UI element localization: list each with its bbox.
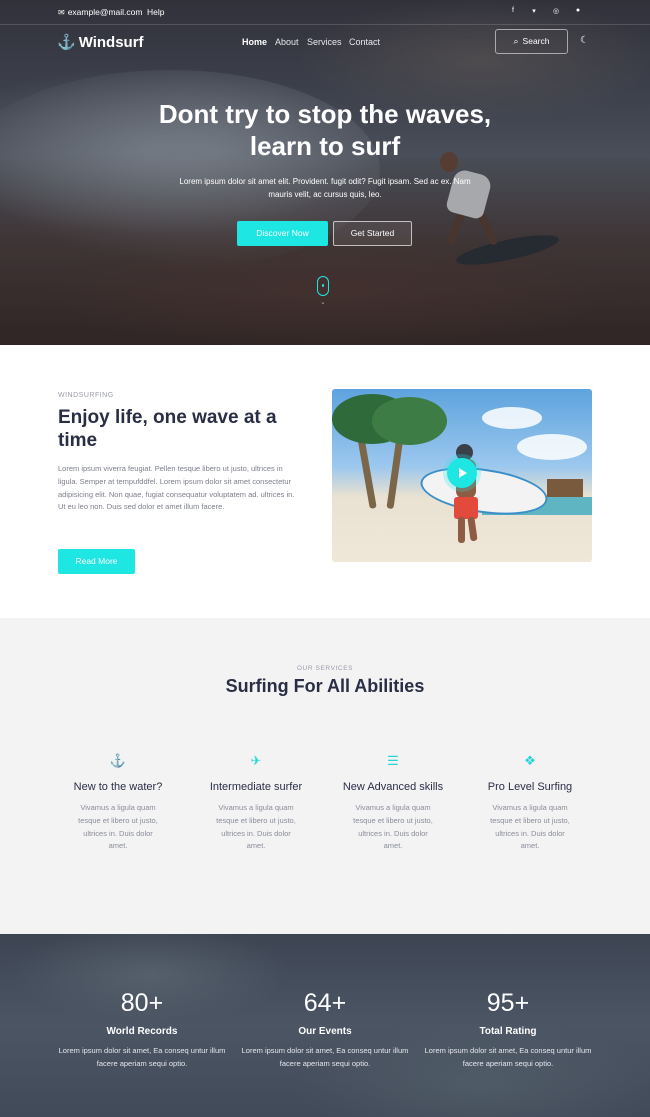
hut-graphic: [547, 479, 583, 497]
stat-desc: Lorem ipsum dolor sit amet, Ea conseq un…: [241, 1046, 409, 1068]
stat-number: 80+: [120, 989, 164, 1017]
dark-mode-toggle-icon[interactable]: ☾: [580, 35, 589, 46]
surf-icon: ✈: [250, 753, 262, 768]
service-name: Intermediate surfer: [209, 781, 303, 793]
services-eyebrow: OUR SERVICES: [296, 665, 354, 672]
stat-item: 95+ Total Rating Lorem ipsum dolor sit a…: [417, 989, 599, 1070]
cloud-graphic: [482, 407, 542, 429]
anchor-icon: ⚓: [57, 34, 76, 51]
nav-services[interactable]: Services: [307, 37, 342, 47]
service-name: New Advanced skills: [342, 781, 444, 793]
topbar-email-text: example@mail.com: [67, 7, 143, 17]
brand-name: Windsurf: [78, 34, 144, 51]
anchor-icon: ⚓: [109, 753, 127, 768]
about-photo: [332, 389, 592, 562]
service-name: Pro Level Surfing: [487, 781, 573, 793]
person-graphic: [454, 497, 478, 519]
discover-now-button[interactable]: Discover Now: [237, 221, 328, 246]
topbar-help-link[interactable]: Help: [147, 7, 164, 17]
stat-number: 64+: [303, 989, 347, 1017]
stats-section: 80+ World Records Lorem ipsum dolor sit …: [0, 934, 650, 1117]
about-title: Enjoy life, one wave at a time: [58, 407, 277, 451]
hero-subtitle: Lorem ipsum dolor sit amet elit. Provide…: [179, 177, 471, 199]
mail-icon: ✉: [58, 8, 65, 17]
navbar: ⚓ Windsurf Home About Services Contact ⌕ S…: [0, 25, 650, 61]
stat-label: World Records: [106, 1026, 178, 1037]
service-desc: Vivamus a ligula quam tesque et libero u…: [353, 803, 433, 851]
service-card[interactable]: ✈ Intermediate surfer Vivamus a ligula q…: [196, 752, 316, 853]
twitter-icon[interactable]: ▾: [529, 7, 539, 15]
pinterest-icon[interactable]: ●: [573, 7, 583, 14]
service-card[interactable]: ⚓ New to the water? Vivamus a ligula qua…: [58, 752, 178, 853]
scroll-mouse-icon[interactable]: [317, 276, 329, 296]
service-name: New to the water?: [73, 781, 163, 793]
stat-label: Total Rating: [479, 1026, 537, 1037]
person-graphic: [458, 517, 465, 543]
stat-number: 95+: [486, 989, 530, 1017]
service-desc: Vivamus a ligula quam tesque et libero u…: [490, 803, 570, 851]
list-icon: ☰: [387, 753, 399, 768]
stat-desc: Lorem ipsum dolor sit amet, Ea conseq un…: [424, 1046, 592, 1068]
read-more-button[interactable]: Read More: [58, 549, 135, 574]
services-section: OUR SERVICES Surfing For All Abilities ⚓…: [0, 618, 650, 934]
service-desc: Vivamus a ligula quam tesque et libero u…: [78, 803, 158, 851]
nav-home[interactable]: Home: [242, 37, 267, 47]
about-eyebrow: WINDSURFING: [58, 392, 114, 399]
nav-about[interactable]: About: [275, 37, 299, 47]
topbar-email[interactable]: ✉ example@mail.com: [58, 7, 142, 17]
search-icon: ⌕: [513, 36, 519, 46]
stat-label: Our Events: [298, 1026, 352, 1037]
brand-logo[interactable]: ⚓ Windsurf: [57, 33, 144, 51]
search-button[interactable]: ⌕ Search: [495, 29, 568, 54]
palm-tree-graphic: [372, 397, 447, 445]
topbar: ✉ example@mail.com Help f ▾ ◎ ●: [0, 0, 650, 25]
service-desc: Vivamus a ligula quam tesque et libero u…: [216, 803, 296, 851]
users-icon: ❖: [524, 753, 536, 768]
instagram-icon[interactable]: ◎: [551, 7, 561, 15]
cloud-graphic: [517, 434, 587, 460]
get-started-button[interactable]: Get Started: [333, 221, 412, 246]
search-button-label: Search: [522, 36, 550, 46]
stat-desc: Lorem ipsum dolor sit amet, Ea conseq un…: [58, 1046, 226, 1068]
service-card[interactable]: ☰ New Advanced skills Vivamus a ligula q…: [333, 752, 453, 853]
services-title: Surfing For All Abilities: [225, 676, 425, 696]
stat-item: 64+ Our Events Lorem ipsum dolor sit ame…: [234, 989, 416, 1070]
about-section: WINDSURFING Enjoy life, one wave at a ti…: [0, 345, 650, 618]
hero-title: Dont try to stop the waves, learn to sur…: [158, 99, 492, 161]
chevron-down-icon: ⌄: [320, 299, 326, 306]
facebook-icon[interactable]: f: [508, 7, 518, 14]
nav-contact[interactable]: Contact: [349, 37, 380, 47]
service-card[interactable]: ❖ Pro Level Surfing Vivamus a ligula qua…: [470, 752, 590, 853]
person-graphic: [467, 516, 478, 542]
play-video-button[interactable]: [447, 458, 477, 488]
about-body: Lorem ipsum viverra feugiat. Pellen tesq…: [58, 464, 295, 512]
stat-item: 80+ World Records Lorem ipsum dolor sit …: [51, 989, 233, 1070]
hero-section: ✉ example@mail.com Help f ▾ ◎ ● ⚓ Windsurf…: [0, 0, 650, 345]
